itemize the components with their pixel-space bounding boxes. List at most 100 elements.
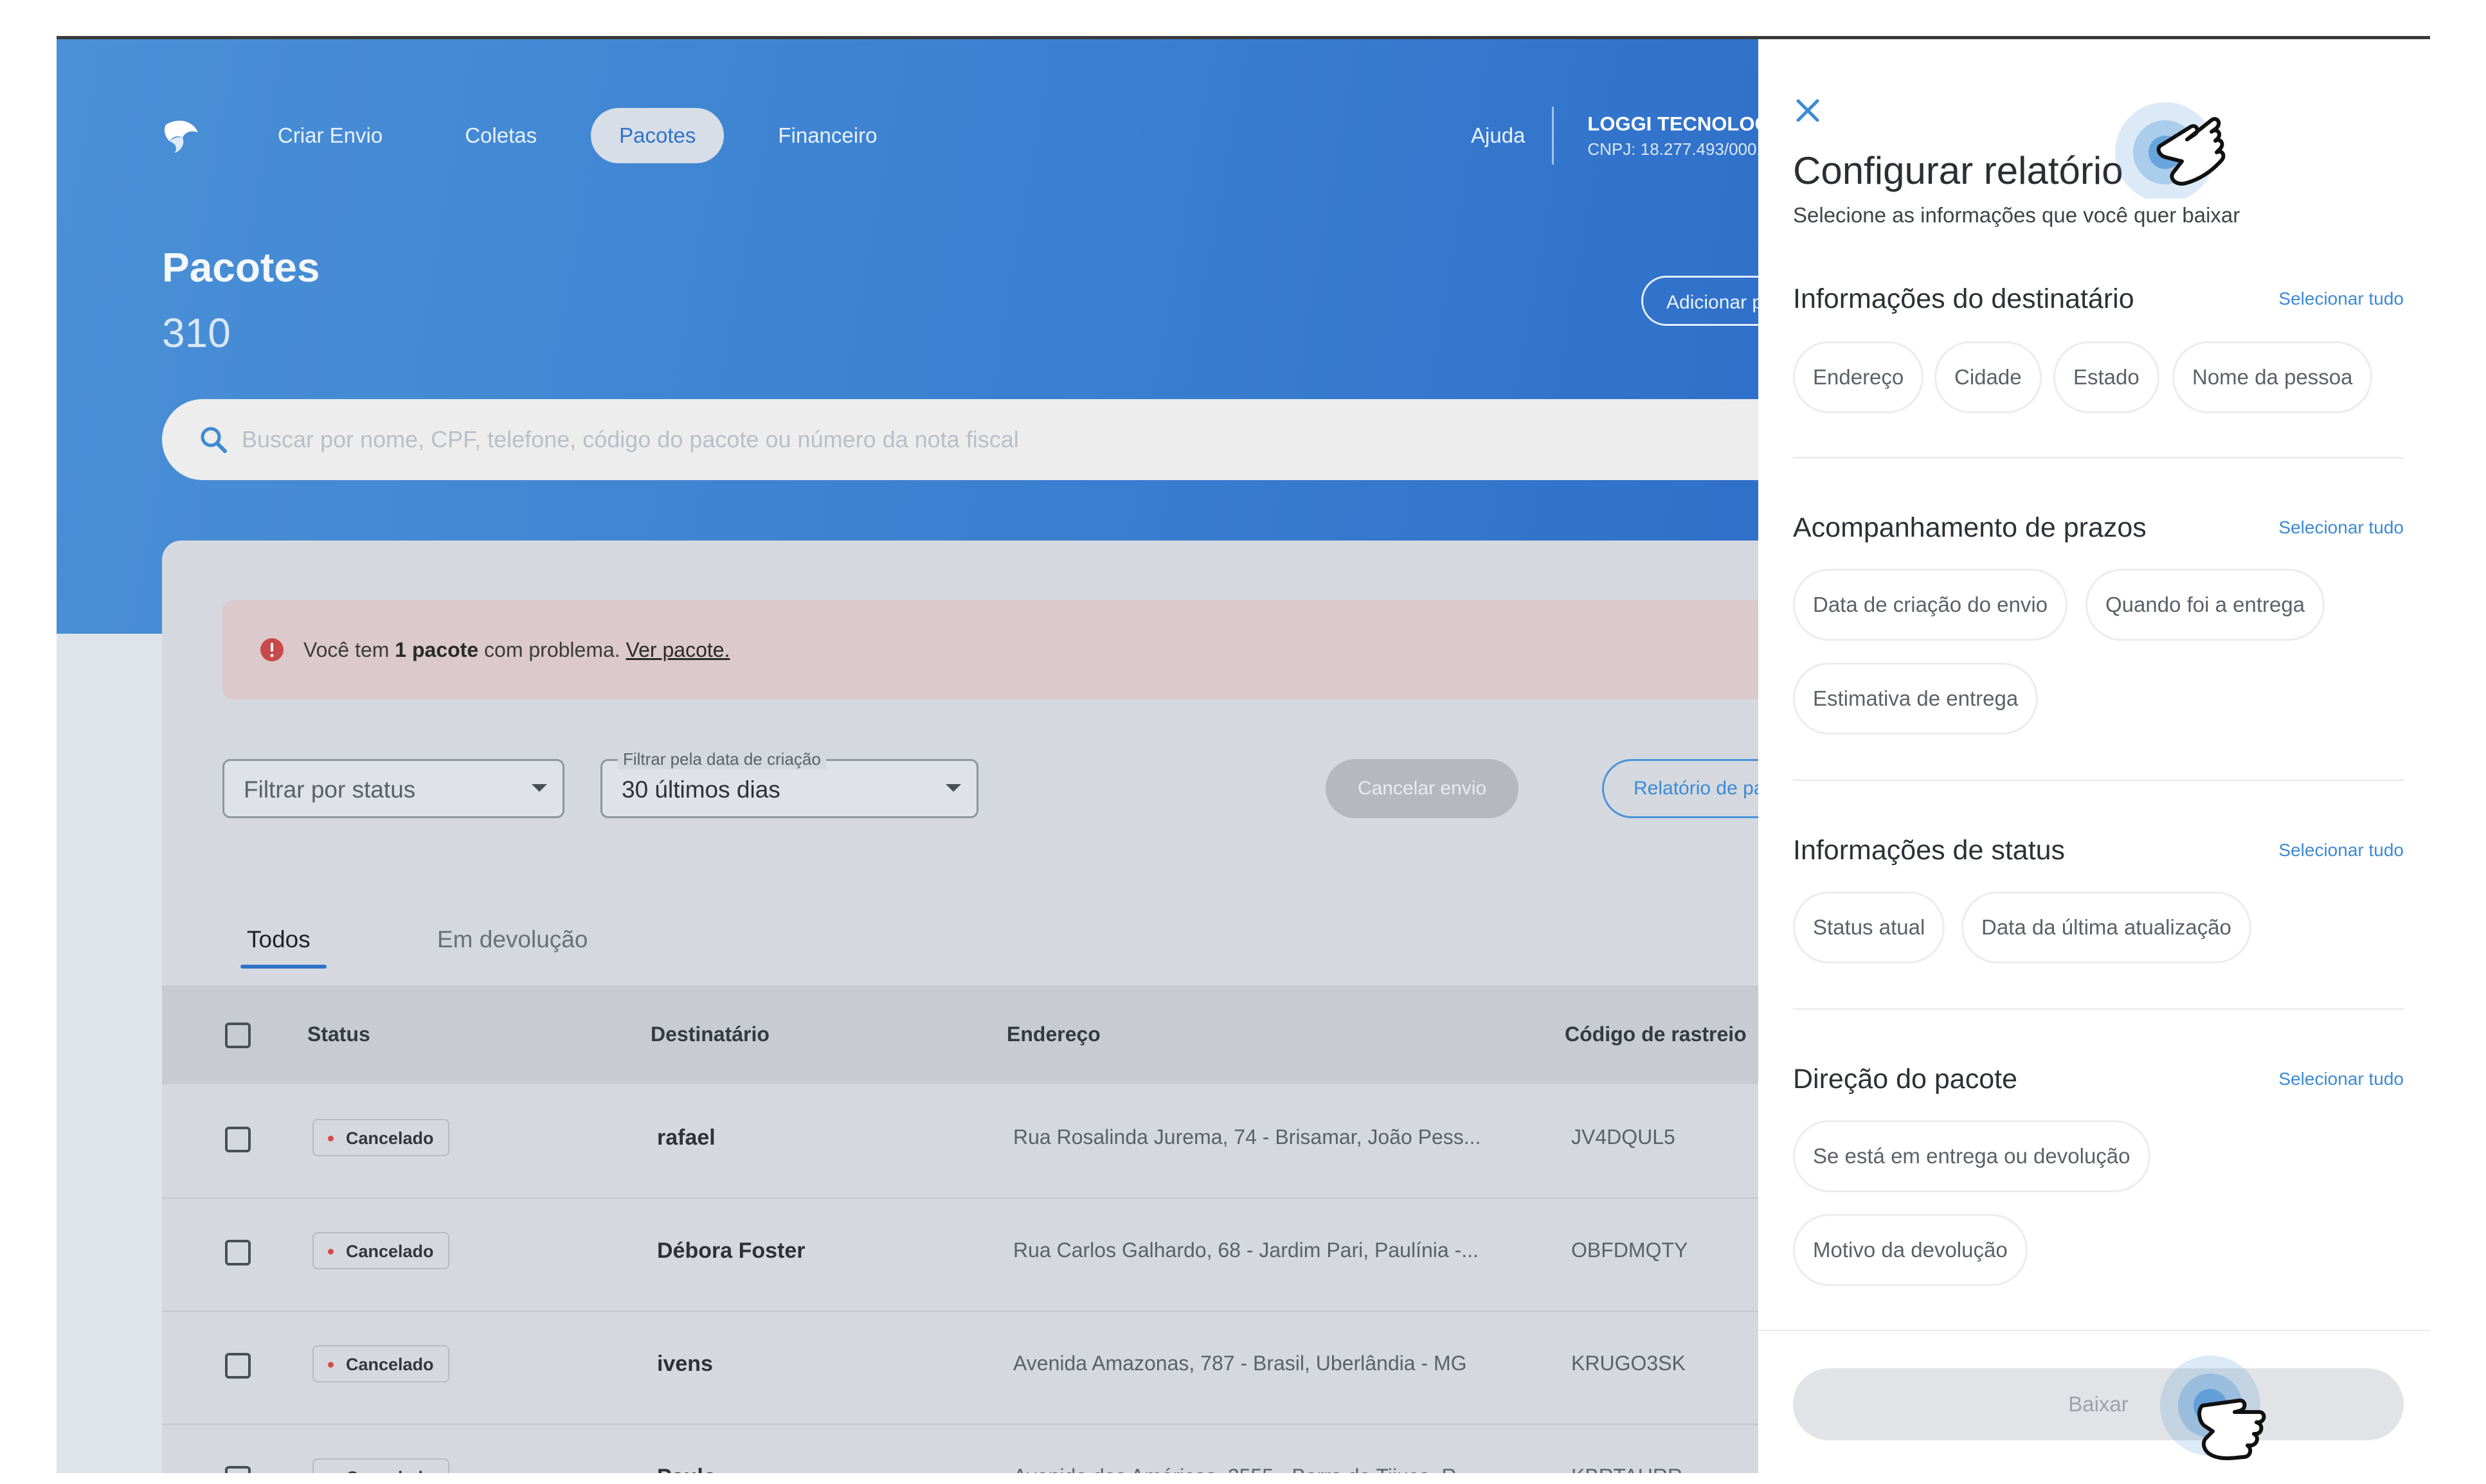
table-row[interactable]: Cancelado ivens Avenida Amazonas, 787 - …	[162, 1310, 1760, 1425]
recipient-name: rafael	[657, 1125, 716, 1150]
status-filter-select[interactable]: Filtrar por status	[222, 759, 564, 818]
section-title: Informações do destinatário	[1793, 283, 2134, 314]
chip-estado[interactable]: Estado	[2053, 341, 2159, 413]
status-dot	[328, 1136, 334, 1141]
problem-alert: Você tem 1 pacote com problema. Ver paco…	[222, 600, 1760, 699]
header-recipient[interactable]: Destinatário	[651, 1023, 770, 1046]
select-all-checkbox[interactable]	[225, 1023, 251, 1048]
alert-text: Você tem 1 pacote com problema. Ver paco…	[303, 638, 730, 662]
alert-count: 1 pacote	[395, 638, 479, 661]
status-badge: Cancelado	[312, 1119, 449, 1156]
section-title: Informações de status	[1793, 835, 2066, 866]
chip-endereco[interactable]: Endereço	[1793, 341, 1924, 413]
tracking-code: KBRTAURR	[1571, 1465, 1682, 1473]
download-button[interactable]: Baixar	[1793, 1368, 2404, 1440]
row-checkbox[interactable]	[225, 1127, 251, 1152]
recipient-name: Paulo	[657, 1465, 717, 1473]
alert-prefix: Você tem	[303, 638, 395, 661]
status-badge: Cancelado	[312, 1345, 449, 1382]
chip-ultima-atualizacao[interactable]: Data da última atualização	[1961, 891, 2251, 963]
top-nav: Criar Envio Coletas Pacotes Financeiro	[159, 103, 931, 168]
status-filter-placeholder: Filtrar por status	[244, 776, 416, 803]
status-text: Cancelado	[346, 1355, 434, 1374]
tracking-code: KRUGO3SK	[1571, 1352, 1686, 1375]
close-icon[interactable]	[1793, 96, 1823, 125]
section-divider	[1793, 1008, 2404, 1010]
alert-icon	[260, 638, 284, 661]
tap-gesture-pointer-icon	[2160, 1355, 2266, 1460]
cancel-shipment-button[interactable]: Cancelar envio	[1326, 759, 1518, 818]
active-tab-indicator	[240, 965, 327, 969]
status-dot	[328, 1249, 334, 1255]
recipient-address: Avenida Amazonas, 787 - Brasil, Uberlând…	[1013, 1352, 1467, 1375]
nav-coletas[interactable]: Coletas	[437, 108, 565, 163]
chip-status-atual[interactable]: Status atual	[1793, 891, 1945, 963]
chevron-down-icon	[946, 784, 961, 792]
nav-criar-envio[interactable]: Criar Envio	[249, 108, 411, 163]
tap-gesture-pointer-icon	[2115, 102, 2226, 199]
packages-page: Criar Envio Coletas Pacotes Financeiro A…	[57, 39, 1760, 1473]
view-package-link[interactable]: Ver pacote.	[626, 638, 730, 661]
row-checkbox[interactable]	[225, 1466, 251, 1473]
company-name: LOGGI TECNOLOGIA	[1587, 112, 1760, 135]
search-icon	[201, 427, 227, 453]
screen: Criar Envio Coletas Pacotes Financeiro A…	[0, 0, 2486, 1475]
chip-data-criacao[interactable]: Data de criação do envio	[1793, 569, 2068, 641]
row-checkbox[interactable]	[225, 1353, 251, 1379]
nav-pacotes[interactable]: Pacotes	[591, 108, 725, 163]
date-filter-value: 30 últimos dias	[622, 776, 780, 803]
company-info[interactable]: LOGGI TECNOLOGIA CNPJ: 18.277.493/0001-7…	[1587, 112, 1760, 159]
package-report-button[interactable]: Relatório de pacotes	[1602, 759, 1760, 818]
recipient-name: ivens	[657, 1352, 713, 1376]
packages-card: Você tem 1 pacote com problema. Ver paco…	[162, 541, 1760, 1473]
section-divider	[1793, 780, 2404, 781]
help-link[interactable]: Ajuda	[1471, 107, 1554, 165]
page-title: Pacotes	[162, 244, 320, 291]
loggi-logo-icon[interactable]	[159, 113, 204, 158]
table-row[interactable]: Cancelado Débora Foster Rua Carlos Galha…	[162, 1197, 1760, 1312]
nav-financeiro[interactable]: Financeiro	[750, 108, 905, 163]
search-bar[interactable]: Buscar por nome, CPF, telefone, código d…	[162, 399, 1760, 480]
section-title: Direção do pacote	[1793, 1064, 2017, 1095]
report-config-drawer: Configurar relatório Selecione as inform…	[1758, 39, 2430, 1475]
drawer-title: Configurar relatório	[1793, 149, 2123, 192]
header-status[interactable]: Status	[307, 1023, 370, 1046]
section-title: Acompanhamento de prazos	[1793, 512, 2147, 543]
chip-entrega-ou-devolucao[interactable]: Se está em entrega ou devolução	[1793, 1120, 2150, 1192]
date-filter-label: Filtrar pela data de criação	[618, 749, 826, 769]
account-area: Ajuda LOGGI TECNOLOGIA CNPJ: 18.277.493/…	[1471, 103, 1760, 168]
select-all-link[interactable]: Selecionar tudo	[2278, 840, 2404, 861]
tab-todos[interactable]: Todos	[247, 926, 311, 953]
chip-estimativa-entrega[interactable]: Estimativa de entrega	[1793, 663, 2039, 735]
chip-nome-da-pessoa[interactable]: Nome da pessoa	[2172, 341, 2373, 413]
header-address[interactable]: Endereço	[1007, 1023, 1101, 1046]
select-all-link[interactable]: Selecionar tudo	[2278, 1069, 2404, 1089]
recipient-address: Avenida das Américas, 3555 - Barra da Ti…	[1013, 1465, 1473, 1473]
recipient-address: Rua Carlos Galhardo, 68 - Jardim Pari, P…	[1013, 1238, 1479, 1262]
tracking-code: JV4DQUL5	[1571, 1125, 1675, 1149]
date-filter-select[interactable]: Filtrar pela data de criação 30 últimos …	[600, 749, 978, 818]
chevron-down-icon	[532, 784, 547, 792]
chip-cidade[interactable]: Cidade	[1934, 341, 2042, 413]
add-package-button[interactable]: Adicionar pacote	[1641, 276, 1760, 326]
recipient-address: Rua Rosalinda Jurema, 74 - Brisamar, Joã…	[1013, 1125, 1481, 1149]
search-input[interactable]: Buscar por nome, CPF, telefone, código d…	[242, 426, 1019, 453]
package-count: 310	[162, 310, 231, 356]
recipient-name: Débora Foster	[657, 1238, 806, 1263]
section-divider	[1793, 457, 2404, 458]
row-checkbox[interactable]	[225, 1240, 251, 1265]
footer-divider	[1758, 1330, 2430, 1331]
header-tracking-code[interactable]: Código de rastreio	[1565, 1023, 1747, 1046]
status-badge: Cancelado	[312, 1458, 449, 1473]
table-row[interactable]: Cancelado Paulo Avenida das Américas, 35…	[162, 1424, 1760, 1473]
tracking-code: OBFDMQTY	[1571, 1238, 1688, 1262]
tab-em-devolucao[interactable]: Em devolução	[437, 926, 588, 953]
chip-quando-entrega[interactable]: Quando foi a entrega	[2085, 569, 2325, 641]
select-all-link[interactable]: Selecionar tudo	[2278, 517, 2404, 538]
status-text: Cancelado	[346, 1242, 434, 1261]
table-row[interactable]: Cancelado rafael Rua Rosalinda Jurema, 7…	[162, 1084, 1760, 1199]
alert-middle: com problema.	[478, 638, 626, 661]
select-all-link[interactable]: Selecionar tudo	[2278, 289, 2404, 309]
status-text: Cancelado	[346, 1468, 434, 1473]
chip-motivo-devolucao[interactable]: Motivo da devolução	[1793, 1214, 2028, 1286]
